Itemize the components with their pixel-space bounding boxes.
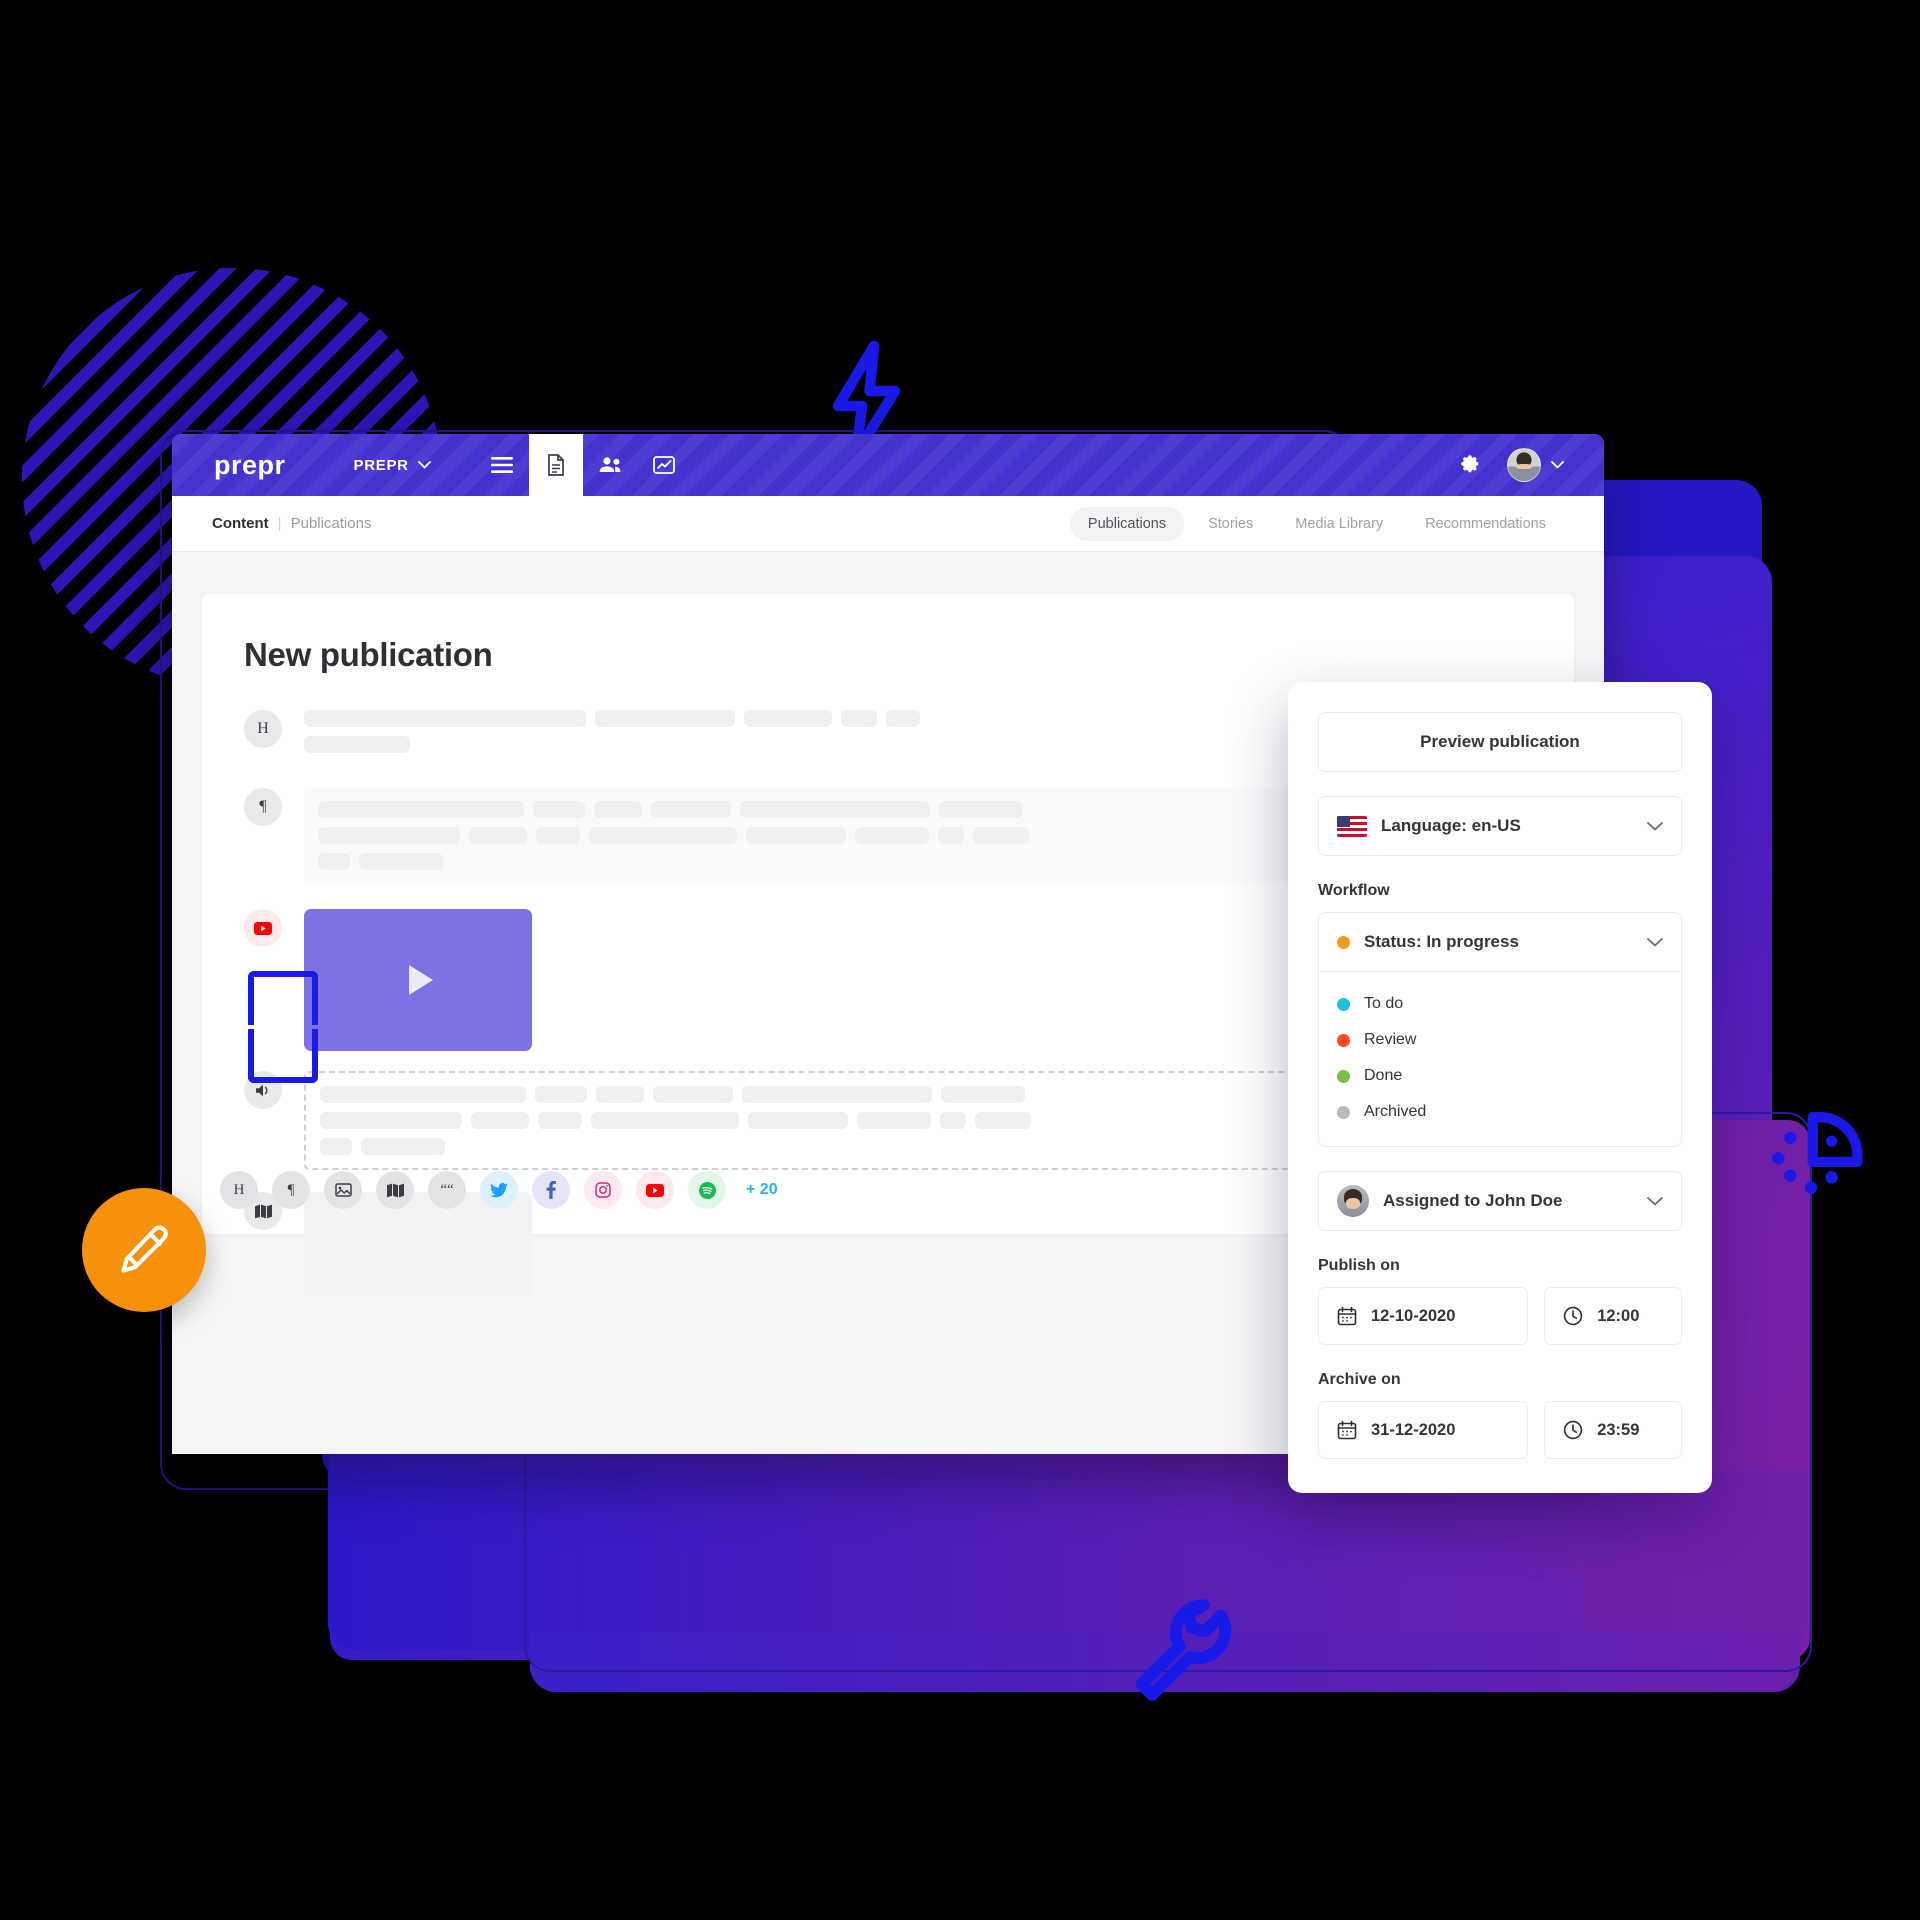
publish-date-value: 12-10-2020 xyxy=(1371,1306,1456,1325)
tab-recommendations[interactable]: Recommendations xyxy=(1407,507,1564,541)
section-tabs: Publications Stories Media Library Recom… xyxy=(1069,506,1564,541)
status-option-done[interactable]: Done xyxy=(1337,1058,1663,1094)
status-dot-done xyxy=(1337,1069,1350,1083)
tab-stories[interactable]: Stories xyxy=(1190,507,1271,541)
twitter-icon[interactable] xyxy=(480,1171,518,1209)
selection-bracket-top-left[interactable] xyxy=(248,971,284,1025)
archive-date-field[interactable]: 31-12-2020 xyxy=(1318,1401,1529,1459)
paragraph-icon[interactable]: ¶ xyxy=(272,1171,310,1209)
selection-bracket-top-right[interactable] xyxy=(282,971,318,1025)
workflow-section-label: Workflow xyxy=(1318,882,1390,899)
breadcrumb-current: Publications xyxy=(290,515,372,532)
status-option-label: To do xyxy=(1364,995,1404,1012)
instagram-icon[interactable] xyxy=(584,1171,622,1209)
pencil-icon xyxy=(121,1225,168,1273)
breadcrumb-root[interactable]: Content xyxy=(212,515,269,532)
tab-media-library[interactable]: Media Library xyxy=(1277,507,1401,541)
clock-icon xyxy=(1564,1420,1583,1440)
video-thumbnail[interactable] xyxy=(304,909,532,1051)
quote-icon[interactable]: ““ xyxy=(428,1171,466,1209)
status-dot-to-do xyxy=(1337,997,1350,1011)
scene: prepr PREPR Content | Publications Publi… xyxy=(0,0,1920,1920)
prepr-logo[interactable]: prepr xyxy=(214,450,286,481)
us-flag-icon xyxy=(1337,815,1367,837)
calendar-icon xyxy=(1337,1306,1357,1326)
youtube-icon[interactable] xyxy=(636,1171,674,1209)
status-option-review[interactable]: Review xyxy=(1337,1022,1663,1058)
archive-time-value: 23:59 xyxy=(1597,1420,1640,1439)
breadcrumb: Content | Publications xyxy=(212,515,371,532)
paragraph-icon[interactable]: ¶ xyxy=(244,788,282,826)
heading-icon[interactable]: H xyxy=(244,710,282,748)
menu-icon[interactable] xyxy=(475,434,529,496)
heading-icon[interactable]: H xyxy=(220,1171,258,1209)
publish-date-field[interactable]: 12-10-2020 xyxy=(1318,1287,1529,1345)
chevron-down-icon xyxy=(417,461,431,469)
avatar xyxy=(1507,448,1541,482)
status-dot-archived xyxy=(1337,1105,1350,1119)
status-dot-in-progress xyxy=(1337,935,1350,949)
language-select[interactable]: Language: en-US xyxy=(1318,796,1682,856)
publication-settings-panel: Preview publication Language: en-US Work… xyxy=(1288,682,1712,1493)
gear-icon[interactable] xyxy=(1459,454,1481,476)
audio-glyph xyxy=(255,1084,267,1096)
archive-time-field[interactable]: 23:59 xyxy=(1544,1401,1682,1459)
chevron-down-icon xyxy=(1647,937,1663,947)
people-icon[interactable] xyxy=(583,434,637,496)
status-dot-review xyxy=(1337,1033,1350,1047)
top-navbar: prepr PREPR xyxy=(172,434,1604,496)
document-icon[interactable] xyxy=(528,434,583,496)
project-switcher-label: PREPR xyxy=(353,456,409,474)
assignee-avatar xyxy=(1337,1185,1369,1217)
publish-on-row: 12-10-2020 12:00 xyxy=(1318,1287,1682,1345)
calendar-icon xyxy=(1337,1420,1357,1440)
selection-bracket-bottom-right[interactable] xyxy=(282,1029,318,1083)
page-title: New publication xyxy=(244,636,493,673)
account-menu[interactable] xyxy=(1507,448,1564,482)
more-blocks-button[interactable]: + 20 xyxy=(746,1181,778,1199)
status-option-list: To do Review Done Archived xyxy=(1318,972,1682,1147)
archive-on-label: Archive on xyxy=(1318,1371,1401,1388)
publish-time-field[interactable]: 12:00 xyxy=(1544,1287,1682,1345)
youtube-icon[interactable] xyxy=(244,909,282,947)
image-icon[interactable] xyxy=(324,1171,362,1209)
breadcrumb-separator: | xyxy=(277,515,282,532)
play-icon xyxy=(409,965,433,995)
navbar-icon-group xyxy=(475,434,691,496)
chevron-down-icon xyxy=(1551,461,1564,469)
status-option-to-do[interactable]: To do xyxy=(1337,986,1663,1022)
status-option-label: Done xyxy=(1364,1067,1403,1084)
assignee-label: Assigned to John Doe xyxy=(1383,1191,1563,1210)
chevron-down-icon xyxy=(1647,821,1663,831)
sub-navbar: Content | Publications Publications Storie… xyxy=(172,496,1604,552)
navbar-right-group xyxy=(1459,448,1604,482)
status-select[interactable]: Status: In progress xyxy=(1318,912,1682,972)
archive-on-row: 31-12-2020 23:59 xyxy=(1318,1401,1682,1459)
wrench-icon xyxy=(1128,1595,1238,1705)
language-select-label: Language: en-US xyxy=(1381,816,1521,835)
status-option-archived[interactable]: Archived xyxy=(1337,1094,1663,1130)
spotify-icon[interactable] xyxy=(688,1171,726,1209)
clock-icon xyxy=(1564,1306,1583,1326)
archive-date-value: 31-12-2020 xyxy=(1371,1420,1456,1439)
edit-pencil-badge[interactable] xyxy=(82,1188,206,1312)
selection-bracket-bottom-left[interactable] xyxy=(248,1029,284,1083)
preview-publication-button[interactable]: Preview publication xyxy=(1318,712,1682,772)
youtube-glyph xyxy=(254,921,272,935)
publish-time-value: 12:00 xyxy=(1597,1306,1640,1325)
status-select-label: Status: In progress xyxy=(1364,932,1519,951)
chevron-down-icon xyxy=(1647,1196,1663,1206)
rocket-icon xyxy=(1768,1100,1878,1210)
map-icon[interactable] xyxy=(376,1171,414,1209)
facebook-icon[interactable] xyxy=(532,1171,570,1209)
publish-on-label: Publish on xyxy=(1318,1257,1400,1274)
tab-publications[interactable]: Publications xyxy=(1069,506,1185,541)
assignee-select[interactable]: Assigned to John Doe xyxy=(1318,1171,1682,1231)
status-option-label: Archived xyxy=(1364,1103,1427,1120)
analytics-icon[interactable] xyxy=(637,434,691,496)
project-switcher[interactable]: PREPR xyxy=(354,457,431,474)
status-option-label: Review xyxy=(1364,1031,1417,1048)
